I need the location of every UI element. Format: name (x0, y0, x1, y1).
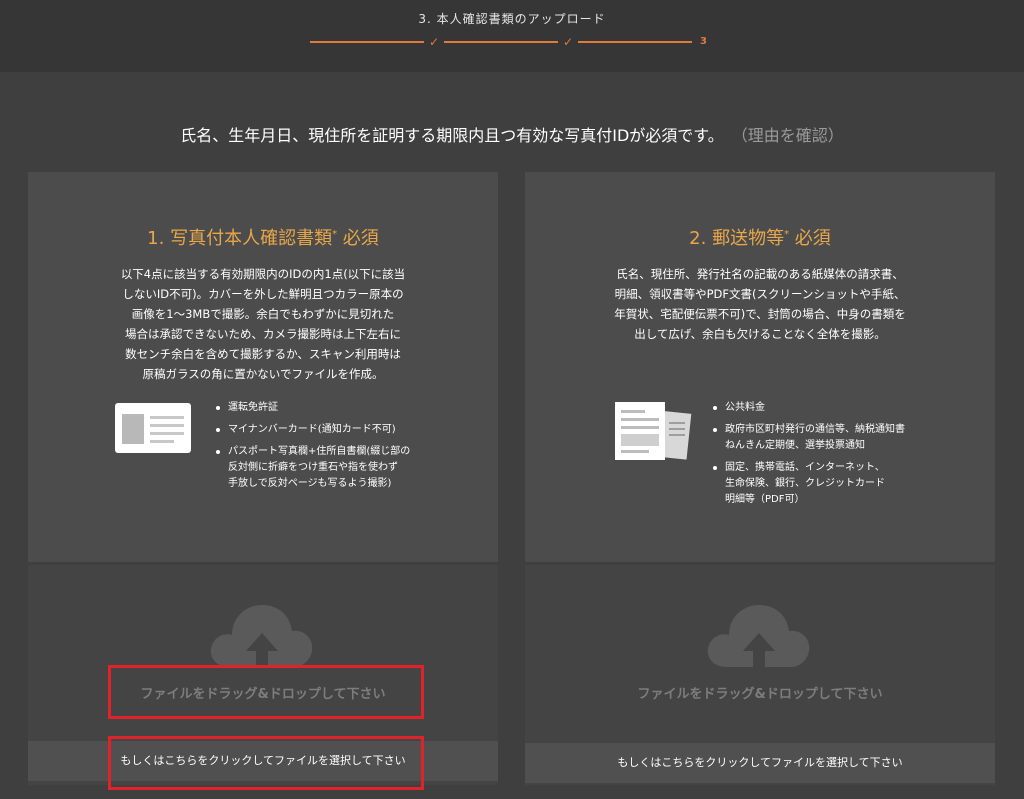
description-line: 明細、領収書等やPDF文書(スクリーンショットや手紙、 (614, 287, 906, 301)
list-item-text: マイナンバーカード(通知カード不可) (228, 424, 396, 435)
cloud-upload-icon (703, 593, 815, 677)
description-line: しないID不可)。カバーを外した鮮明且つカラー原本の (122, 287, 404, 301)
highlight-box-drop-text (108, 665, 424, 719)
list-item-text: 明細等（PDF可） (725, 494, 805, 505)
list-item: 公共料金 (713, 400, 953, 416)
required-label: 必須 (337, 228, 379, 249)
description-line: 氏名、現住所、発行社名の記載のある紙媒体の請求書、 (616, 267, 904, 281)
list-item-text: 固定、携帯電話、インターネット、 (725, 462, 885, 473)
photo-id-card: 1. 写真付本人確認書類* 必須 以下4点に該当する有効期限内のIDの内1点(以… (28, 172, 498, 562)
list-item-text: 政府市区町村発行の通信等、納税通知書 (725, 424, 905, 435)
description-line: 原稿ガラスの角に置かないでファイルを作成。 (142, 367, 384, 381)
progress-segment-1 (310, 41, 424, 43)
step-title: 3. 本人確認書類のアップロード (418, 12, 606, 26)
accepted-document-list: 公共料金 政府市区町村発行の通信等、納税通知書 ねんきん定期便、選挙投票通知 固… (713, 400, 953, 514)
progress-bar: ✓ ✓ 3 (0, 35, 1024, 50)
description-line: 場合は承認できないため、カメラ撮影時は上下左右に (125, 327, 401, 341)
headline-text: 氏名、生年月日、現住所を証明する期限内且つ有効な写真付IDが必須です。 (180, 126, 724, 145)
documents-dropzone[interactable]: ファイルをドラッグ&ドロップして下さい もしくはこちらをクリックしてファイルを選… (525, 565, 995, 785)
list-item-text: パスポート写真欄+住所自書欄(綴じ部の (228, 446, 411, 457)
card-title: 2. 郵送物等* 必須 (525, 224, 995, 250)
list-item-text: 運転免許証 (228, 402, 278, 413)
required-label: 必須 (789, 228, 831, 249)
list-item: マイナンバーカード(通知カード不可) (216, 422, 446, 438)
description-line: 年賀状、宅配便伝票不可)で、封筒の場合、中身の書類を (614, 307, 906, 321)
list-item: 固定、携帯電話、インターネット、 生命保険、銀行、クレジットカード 明細等（PD… (713, 460, 953, 508)
list-item-text: 公共料金 (725, 402, 765, 413)
documents-icon (611, 400, 693, 468)
list-item-text: 手放しで反対ページも写るよう撮影) (228, 478, 392, 489)
check-icon: ✓ (429, 35, 440, 49)
list-item: 運転免許証 (216, 400, 446, 416)
card-description: 以下4点に該当する有効期限内のIDの内1点(以下に該当 しないID不可)。カバー… (68, 264, 458, 384)
description-line: 数センチ余白を含めて撮影するか、スキャン利用時は (125, 347, 401, 361)
card-title-text: 1. 写真付本人確認書類 (147, 228, 333, 249)
reason-link[interactable]: （理由を確認） (740, 126, 844, 145)
check-icon: ✓ (563, 35, 574, 49)
description-line: 出して広げ、余白も欠けることなく全体を撮影。 (634, 327, 886, 341)
progress-segment-3 (578, 41, 692, 43)
mail-documents-card: 2. 郵送物等* 必須 氏名、現住所、発行社名の記載のある紙媒体の請求書、 明細… (525, 172, 995, 562)
list-item-text: ねんきん定期便、選挙投票通知 (725, 440, 865, 451)
step-header: 3. 本人確認書類のアップロード ✓ ✓ 3 (0, 0, 1024, 72)
list-item: 政府市区町村発行の通信等、納税通知書 ねんきん定期便、選挙投票通知 (713, 422, 953, 454)
requirement-headline: 氏名、生年月日、現住所を証明する期限内且つ有効な写真付IDが必須です。 （理由を確… (0, 122, 1024, 146)
progress-segment-2 (444, 41, 558, 43)
list-item: パスポート写真欄+住所自書欄(綴じ部の 反対側に折癖をつけ重石や指を使わず 手放… (216, 444, 446, 492)
list-item-text: 反対側に折癖をつけ重石や指を使わず (228, 462, 398, 473)
drop-zone-text: ファイルをドラッグ&ドロップして下さい (637, 687, 883, 702)
card-description: 氏名、現住所、発行社名の記載のある紙媒体の請求書、 明細、領収書等やPDF文書(… (565, 264, 955, 344)
description-line: 以下4点に該当する有効期限内のIDの内1点(以下に該当 (120, 267, 406, 281)
card-title-text: 2. 郵送物等 (689, 228, 785, 249)
card-title: 1. 写真付本人確認書類* 必須 (28, 224, 498, 250)
select-file-button[interactable]: もしくはこちらをクリックしてファイルを選択して下さい (525, 743, 995, 783)
description-line: 画像を1～3MBで撮影。余白でもわずかに見切れた (131, 307, 395, 321)
list-item-text: 生命保険、銀行、クレジットカード (725, 478, 885, 489)
highlight-box-click-button (108, 736, 424, 790)
id-card-icon (114, 402, 192, 458)
accepted-id-list: 運転免許証 マイナンバーカード(通知カード不可) パスポート写真欄+住所自書欄(… (216, 400, 446, 498)
current-step-number: 3 (700, 36, 707, 47)
